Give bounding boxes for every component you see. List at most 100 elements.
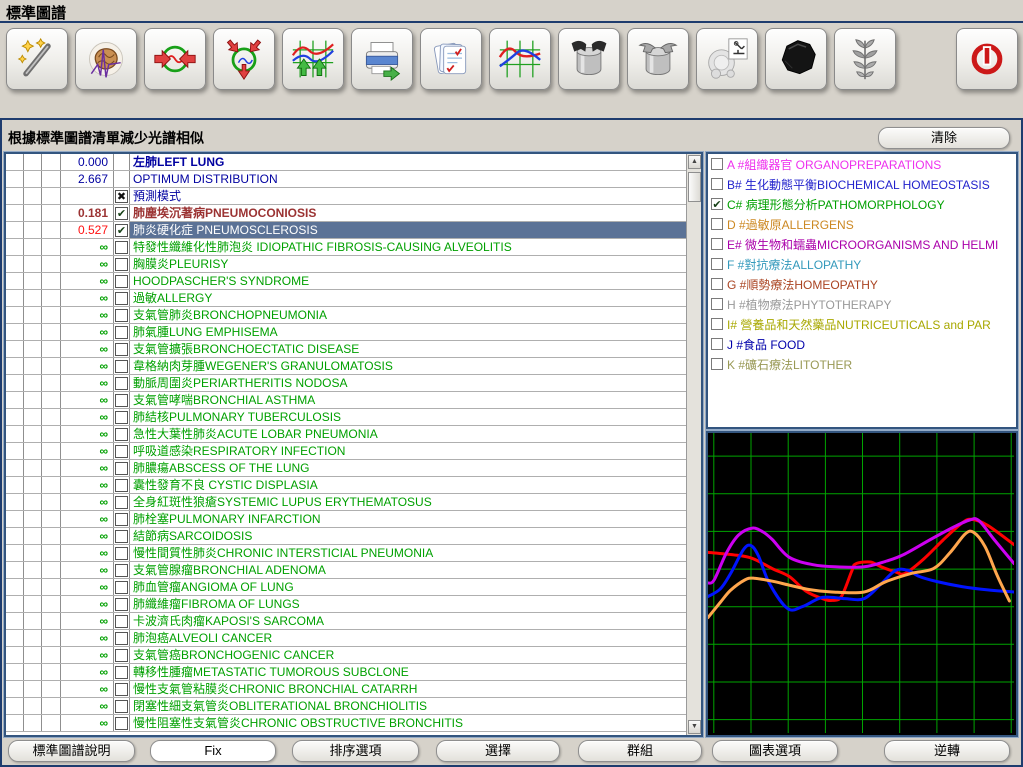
toolbar-button-litho-stone[interactable] — [765, 28, 827, 90]
etalon-checkbox[interactable] — [115, 292, 128, 305]
etalon-label[interactable]: 肺膿瘍ABSCESS OF THE LUNG — [130, 460, 686, 476]
etalon-row[interactable]: ✖ 預測模式 — [6, 188, 686, 205]
etalon-checkbox[interactable] — [115, 700, 128, 713]
category-item[interactable]: G #順勢療法HOMEOPATHY — [708, 274, 1016, 294]
invert-button[interactable]: 逆轉 — [884, 740, 1010, 762]
etalon-row[interactable]: ∞ 韋格納肉芽腫WEGENER'S GRANULOMATOSIS — [6, 358, 686, 375]
etalon-checkbox[interactable]: ✔ — [115, 224, 128, 237]
toolbar-button-card-index[interactable] — [420, 28, 482, 90]
etalon-label[interactable]: 肺泡癌ALVEOLI CANCER — [130, 630, 686, 646]
etalon-row[interactable]: ∞ 急性大葉性肺炎ACUTE LOBAR PNEUMONIA — [6, 426, 686, 443]
etalon-row[interactable]: ∞ 肺氣腫LUNG EMPHISEMA — [6, 324, 686, 341]
toolbar-button-etalon-correction[interactable] — [282, 28, 344, 90]
scrollbar-thumb[interactable] — [688, 172, 701, 202]
category-item[interactable]: B# 生化動態平衡BIOCHEMICAL HOMEOSTASIS — [708, 174, 1016, 194]
etalon-label[interactable]: 胸膜炎PLEURISY — [130, 256, 686, 272]
toolbar-button-print[interactable] — [351, 28, 413, 90]
etalon-label[interactable]: 預測模式 — [130, 188, 686, 204]
etalon-checkbox[interactable] — [115, 309, 128, 322]
etalon-row[interactable]: ∞ 支氣管擴張BRONCHOECTATIC DISEASE — [6, 341, 686, 358]
etalon-label[interactable]: 結節病SARCOIDOSIS — [130, 528, 686, 544]
etalon-row[interactable]: 0.527 ✔ 肺炎硬化症 PNEUMOSCLEROSIS — [6, 222, 686, 239]
sort-options-button[interactable]: 排序選項 — [292, 740, 419, 762]
etalon-checkbox[interactable] — [115, 615, 128, 628]
etalon-row[interactable]: ∞ 特發性纖維化性肺泡炎 IDIOPATHIC FIBROSIS-CAUSING… — [6, 239, 686, 256]
category-item[interactable]: K #礦石療法LITOTHER — [708, 354, 1016, 374]
etalon-checkbox[interactable] — [115, 683, 128, 696]
toolbar-button-vegeto-test-out[interactable] — [627, 28, 689, 90]
etalon-label[interactable]: 肺炎硬化症 PNEUMOSCLEROSIS — [130, 222, 686, 238]
etalon-row[interactable]: ∞ 全身紅斑性狼瘡SYSTEMIC LUPUS ERYTHEMATOSUS — [6, 494, 686, 511]
category-item[interactable]: A #組織器官 ORGANOPREPARATIONS — [708, 154, 1016, 174]
etalon-label[interactable]: 囊性發育不良 CYSTIC DISPLASIA — [130, 477, 686, 493]
category-item[interactable]: E# 微生物和蠕蟲MICROORGANISMS AND HELMI — [708, 234, 1016, 254]
toolbar-button-brain[interactable] — [75, 28, 137, 90]
category-checkbox[interactable] — [711, 298, 723, 310]
etalon-row[interactable]: ∞ 肺膿瘍ABSCESS OF THE LUNG — [6, 460, 686, 477]
category-checkbox[interactable] — [711, 318, 723, 330]
category-item[interactable]: F #對抗療法ALLOPATHY — [708, 254, 1016, 274]
etalon-row[interactable]: ∞ 過敏ALLERGY — [6, 290, 686, 307]
etalon-checkbox[interactable] — [115, 564, 128, 577]
etalon-row[interactable]: 0.000 左肺LEFT LUNG — [6, 154, 686, 171]
etalon-checkbox[interactable]: ✖ — [115, 190, 128, 203]
etalon-row[interactable]: ∞ HOODPASCHER'S SYNDROME — [6, 273, 686, 290]
toolbar-button-magic-wand[interactable] — [6, 28, 68, 90]
group-button[interactable]: 群組 — [578, 740, 702, 762]
category-checkbox[interactable] — [711, 258, 723, 270]
etalon-row[interactable]: ∞ 囊性發育不良 CYSTIC DISPLASIA — [6, 477, 686, 494]
etalon-checkbox[interactable] — [115, 598, 128, 611]
etalon-label[interactable]: 卡波濟氏肉瘤KAPOSI'S SARCOMA — [130, 613, 686, 629]
etalon-row[interactable]: ∞ 肺血管瘤ANGIOMA OF LUNG — [6, 579, 686, 596]
etalon-label[interactable]: 過敏ALLERGY — [130, 290, 686, 306]
etalon-checkbox[interactable] — [115, 445, 128, 458]
etalon-row[interactable]: ∞ 呼吸道感染RESPIRATORY INFECTION — [6, 443, 686, 460]
etalon-row[interactable]: ∞ 慢性阻塞性支氣管炎CHRONIC OBSTRUCTIVE BRONCHITI… — [6, 715, 686, 732]
etalon-label[interactable]: 轉移性腫瘤METASTATIC TUMOROUS SUBCLONE — [130, 664, 686, 680]
fix-button[interactable]: Fix — [150, 740, 276, 762]
etalon-checkbox[interactable] — [115, 326, 128, 339]
etalon-row[interactable]: ∞ 胸膜炎PLEURISY — [6, 256, 686, 273]
scroll-down-arrow-icon[interactable]: ▼ — [688, 720, 701, 734]
select-button[interactable]: 選擇 — [436, 740, 560, 762]
category-checkbox[interactable] — [711, 278, 723, 290]
etalon-label[interactable]: 動脈周圍炎PERIARTHERITIS NODOSA — [130, 375, 686, 391]
etalon-row[interactable]: ∞ 動脈周圍炎PERIARTHERITIS NODOSA — [6, 375, 686, 392]
etalon-checkbox[interactable] — [115, 462, 128, 475]
etalon-label[interactable]: 支氣管擴張BRONCHOECTATIC DISEASE — [130, 341, 686, 357]
category-item[interactable]: D #過敏原ALLERGENS — [708, 214, 1016, 234]
toolbar-button-microorganism-scope[interactable] — [696, 28, 758, 90]
etalon-list-scrollbar[interactable]: ▲ ▼ — [686, 154, 701, 735]
category-checkbox[interactable] — [711, 178, 723, 190]
category-checkbox[interactable] — [711, 218, 723, 230]
etalon-checkbox[interactable] — [115, 666, 128, 679]
etalon-label[interactable]: 左肺LEFT LUNG — [130, 154, 686, 170]
toolbar-button-phyto-plant[interactable] — [834, 28, 896, 90]
etalon-row[interactable]: ∞ 肺栓塞PULMONARY INFARCTION — [6, 511, 686, 528]
etalon-label[interactable]: 肺氣腫LUNG EMPHISEMA — [130, 324, 686, 340]
etalon-row[interactable]: ∞ 支氣管肺炎BRONCHOPNEUMONIA — [6, 307, 686, 324]
etalon-label[interactable]: 韋格納肉芽腫WEGENER'S GRANULOMATOSIS — [130, 358, 686, 374]
etalon-row[interactable]: ∞ 慢性間質性肺炎CHRONIC INTERSTICIAL PNEUMONIA — [6, 545, 686, 562]
scroll-up-arrow-icon[interactable]: ▲ — [688, 155, 701, 169]
etalon-checkbox[interactable] — [115, 411, 128, 424]
etalon-info-button[interactable]: 標準圖譜說明 — [8, 740, 135, 762]
etalon-label[interactable]: 慢性間質性肺炎CHRONIC INTERSTICIAL PNEUMONIA — [130, 545, 686, 561]
etalon-label[interactable]: 全身紅斑性狼瘡SYSTEMIC LUPUS ERYTHEMATOSUS — [130, 494, 686, 510]
etalon-label[interactable]: 支氣管哮喘BRONCHIAL ASTHMA — [130, 392, 686, 408]
etalon-row[interactable]: ∞ 轉移性腫瘤METASTATIC TUMOROUS SUBCLONE — [6, 664, 686, 681]
etalon-row[interactable]: ∞ 支氣管癌BRONCHOGENIC CANCER — [6, 647, 686, 664]
etalon-checkbox[interactable] — [115, 428, 128, 441]
etalon-row[interactable]: ∞ 肺泡癌ALVEOLI CANCER — [6, 630, 686, 647]
category-checkbox[interactable] — [711, 358, 723, 370]
category-item[interactable]: ✔ C# 病理形態分析PATHOMORPHOLOGY — [708, 194, 1016, 214]
etalon-checkbox[interactable] — [115, 360, 128, 373]
etalon-label[interactable]: 肺塵埃沉著病PNEUMOCONIOSIS — [130, 205, 686, 221]
etalon-label[interactable]: 肺血管瘤ANGIOMA OF LUNG — [130, 579, 686, 595]
etalon-label[interactable]: 肺纖維瘤FIBROMA OF LUNGS — [130, 596, 686, 612]
etalon-label[interactable]: 肺栓塞PULMONARY INFARCTION — [130, 511, 686, 527]
etalon-checkbox[interactable] — [115, 513, 128, 526]
etalon-row[interactable]: 2.667 OPTIMUM DISTRIBUTION — [6, 171, 686, 188]
etalon-checkbox[interactable] — [115, 275, 128, 288]
etalon-row[interactable]: ∞ 肺結核PULMONARY TUBERCULOSIS — [6, 409, 686, 426]
